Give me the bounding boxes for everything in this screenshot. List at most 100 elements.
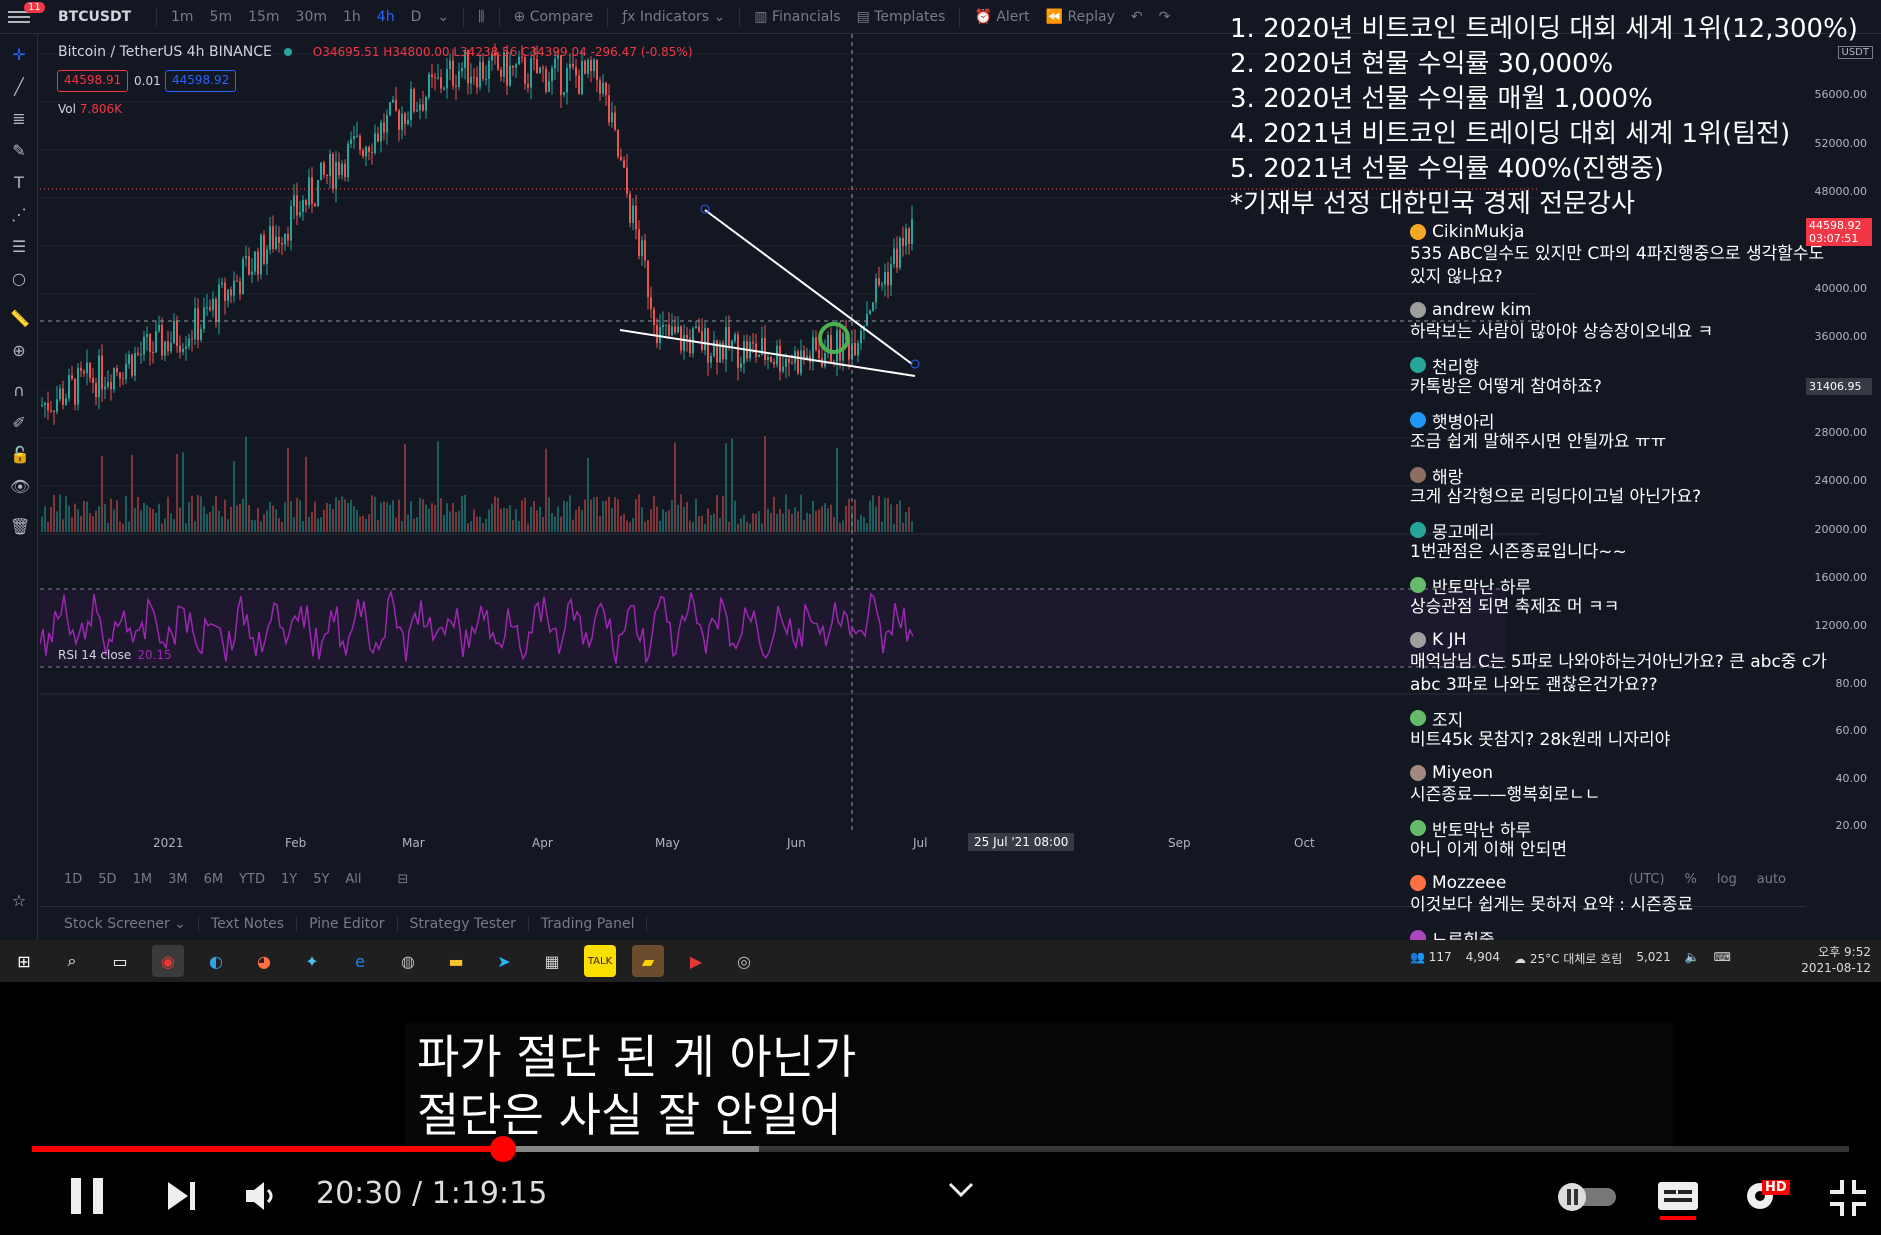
trendline-icon[interactable]: ╱ (10, 78, 28, 96)
edge-icon[interactable]: ◐ (200, 945, 232, 977)
range-6m[interactable]: 6M (196, 872, 232, 887)
date-range-icon[interactable]: ⊟ (390, 872, 417, 887)
chat-username[interactable]: 햇병아리 (1432, 408, 1495, 433)
next-icon[interactable] (166, 1180, 198, 1212)
timeframe-15m[interactable]: 15m (240, 9, 287, 25)
sell-price-button[interactable]: 44598.91 (57, 70, 129, 92)
candle-body (230, 289, 232, 296)
kakaotalk-icon[interactable]: TALK (584, 945, 616, 977)
pattern-icon[interactable]: ⋰ (10, 206, 28, 224)
chat-username[interactable]: 조지 (1432, 706, 1463, 731)
timeframe-1m[interactable]: 1m (163, 9, 202, 25)
lock-drawing-icon[interactable]: ✐ (10, 414, 28, 432)
range-1m[interactable]: 1M (125, 872, 161, 887)
volume-bar (686, 501, 688, 532)
progress-bar[interactable] (32, 1136, 1849, 1162)
chat-username[interactable]: 반토막난 하루 (1432, 573, 1531, 598)
range-3m[interactable]: 3M (160, 872, 196, 887)
tab-pine-editor[interactable]: Pine Editor (297, 915, 398, 932)
alert-button[interactable]: ⏰ Alert (966, 9, 1037, 25)
redo-icon[interactable]: ↷ (1151, 9, 1179, 25)
sticky-notes-icon[interactable]: ▰ (632, 945, 664, 977)
calculator-icon[interactable]: ▦ (536, 945, 568, 977)
favorite-star-icon[interactable]: ☆ (10, 892, 28, 910)
shape-icon[interactable]: ○ (10, 270, 28, 288)
folder-icon[interactable]: ▬ (440, 945, 472, 977)
captions-icon[interactable] (1656, 1178, 1700, 1222)
timeframe-d[interactable]: D (403, 9, 430, 25)
scrubber-handle[interactable] (489, 1136, 516, 1162)
range-5d[interactable]: 5D (90, 872, 124, 887)
keyboard-icon[interactable]: ⌨ (1714, 950, 1731, 967)
chat-username[interactable]: 몽고메리 (1432, 518, 1495, 543)
chat-username[interactable]: 천리향 (1432, 353, 1479, 378)
candle-body (257, 251, 259, 275)
compare-button[interactable]: ⊕ Compare (506, 9, 602, 25)
timeframe-5m[interactable]: 5m (202, 9, 241, 25)
timeframe-dropdown-icon[interactable]: ⌄ (429, 9, 457, 25)
volume-tray-icon[interactable]: 🔈 (1685, 950, 1700, 967)
chat-username[interactable]: Mozzeee (1432, 873, 1506, 893)
range-1y[interactable]: 1Y (273, 872, 305, 887)
pause-icon[interactable] (68, 1174, 108, 1218)
ruler-icon[interactable]: 📏 (10, 310, 30, 328)
chat-username[interactable]: K JH (1432, 630, 1466, 650)
eye-icon[interactable]: 👁 (10, 478, 30, 496)
replay-button[interactable]: ⏪ Replay (1038, 9, 1123, 25)
video-app-icon[interactable]: ▶ (680, 945, 712, 977)
chevron-down-icon[interactable] (946, 1180, 976, 1200)
volume-bar (623, 513, 625, 532)
chat-username[interactable]: 해랑 (1432, 463, 1463, 488)
telegram-icon[interactable]: ➤ (488, 945, 520, 977)
timeframe-1h[interactable]: 1h (335, 9, 369, 25)
templates-button[interactable]: ▤ Templates (849, 9, 954, 25)
timeframe-4h[interactable]: 4h (369, 9, 403, 25)
volume-bar (236, 505, 238, 532)
clock[interactable]: 오후 9:52 2021-08-12 (1801, 944, 1871, 976)
chat-username[interactable]: CikinMukja (1432, 222, 1524, 242)
undo-icon[interactable]: ↶ (1123, 9, 1151, 25)
exit-fullscreen-icon[interactable] (1828, 1178, 1868, 1218)
range-ytd[interactable]: YTD (231, 872, 273, 887)
fib-icon[interactable]: ≣ (10, 110, 28, 128)
crosshair-icon[interactable]: ✛ (10, 46, 28, 64)
chat-username[interactable]: andrew kim (1432, 300, 1532, 320)
obs-icon[interactable]: ◎ (728, 945, 760, 977)
brush-icon[interactable]: ✎ (10, 142, 28, 160)
forecast-icon[interactable]: ☰ (10, 238, 28, 256)
bird-app-icon[interactable]: ✦ (296, 945, 328, 977)
magnet-icon[interactable]: ∩ (10, 382, 28, 400)
lock-icon[interactable]: 🔓 (10, 446, 30, 464)
volume-bar (290, 501, 292, 532)
tab-stock-screener[interactable]: Stock Screener ⌄ (40, 915, 199, 932)
task-view-icon[interactable]: ▭ (104, 945, 136, 977)
chrome-icon[interactable]: ◉ (152, 945, 184, 977)
windows-start-icon[interactable]: ⊞ (8, 945, 40, 977)
range-all[interactable]: All (337, 872, 369, 887)
candle-body (260, 234, 262, 275)
volume-bar (689, 520, 691, 532)
trash-icon[interactable]: 🗑 (10, 518, 30, 536)
app-icon[interactable]: ◍ (392, 945, 424, 977)
search-icon[interactable]: ⌕ (56, 945, 88, 977)
tab-text-notes[interactable]: Text Notes (199, 915, 298, 932)
ie-icon[interactable]: e (344, 945, 376, 977)
chat-username[interactable]: 반토막난 하루 (1432, 816, 1531, 841)
indicators-button[interactable]: ƒx Indicators ⌄ (614, 9, 733, 25)
weather-widget[interactable]: ☁ 25°C 대체로 흐림 (1514, 950, 1622, 967)
volume-icon[interactable] (244, 1180, 278, 1212)
range-1d[interactable]: 1D (56, 872, 90, 887)
text-icon[interactable]: T (10, 174, 28, 192)
buy-price-button[interactable]: 44598.92 (165, 70, 237, 92)
autoplay-toggle[interactable] (1554, 1180, 1620, 1212)
zoom-in-icon[interactable]: ⊕ (10, 342, 28, 360)
tab-trading-panel[interactable]: Trading Panel (529, 915, 648, 932)
chat-username[interactable]: Miyeon (1432, 763, 1493, 783)
range-5y[interactable]: 5Y (305, 872, 337, 887)
firefox-icon[interactable]: ◕ (248, 945, 280, 977)
financials-button[interactable]: ▥ Financials (746, 9, 848, 25)
tab-strategy-tester[interactable]: Strategy Tester (398, 915, 529, 932)
chart-style-icon[interactable]: ⫼ (470, 9, 492, 25)
candle-body (632, 205, 634, 223)
timeframe-30m[interactable]: 30m (288, 9, 335, 25)
